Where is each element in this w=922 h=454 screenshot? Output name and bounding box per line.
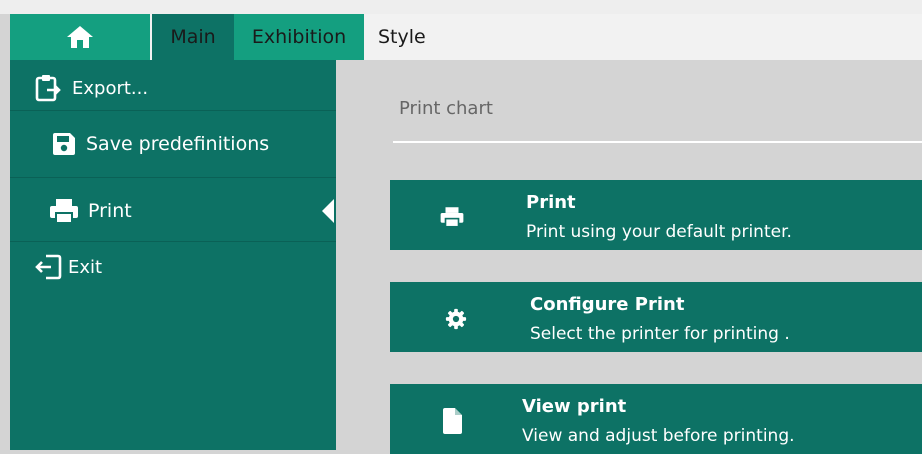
sidebar-item-label: Exit <box>68 256 103 278</box>
section-title: Print chart <box>399 98 493 119</box>
divider <box>10 110 336 111</box>
sidebar-item-print[interactable]: Print <box>10 193 336 229</box>
printer-icon <box>48 197 80 225</box>
sidebar-item-label: Save predefinitions <box>86 133 270 155</box>
print-card[interactable]: Print Print using your default printer. <box>390 180 922 250</box>
card-title: View print <box>522 396 627 417</box>
printer-icon <box>438 203 466 231</box>
tab-style[interactable]: Style <box>370 14 458 60</box>
tab-exhibition[interactable]: Exhibition <box>234 14 364 60</box>
section-divider <box>393 141 922 143</box>
clipboard-export-icon <box>34 73 64 103</box>
configure-print-card[interactable]: Configure Print Select the printer for p… <box>390 282 922 352</box>
card-description: Print using your default printer. <box>526 222 792 242</box>
card-description: View and adjust before printing. <box>522 426 795 446</box>
divider <box>10 177 336 178</box>
save-icon <box>50 130 78 158</box>
gear-icon <box>442 305 470 333</box>
sidebar-item-save-predefinitions[interactable]: Save predefinitions <box>10 125 336 163</box>
sidebar-item-exit[interactable]: Exit <box>10 250 336 284</box>
sidebar-item-label: Print <box>88 200 132 222</box>
home-icon <box>67 26 93 48</box>
card-description: Select the printer for printing . <box>530 324 790 344</box>
home-tab[interactable] <box>10 14 150 60</box>
divider <box>10 241 336 242</box>
ribbon-tab-bar: Main Exhibition Style <box>10 14 922 60</box>
document-icon <box>438 407 466 435</box>
backstage-sidebar: Export... Save predefinitions Print Exit <box>10 60 336 450</box>
sidebar-item-label: Export... <box>72 77 149 99</box>
tab-main[interactable]: Main <box>152 14 234 60</box>
view-print-card[interactable]: View print View and adjust before printi… <box>390 384 922 454</box>
sidebar-item-export[interactable]: Export... <box>10 70 336 106</box>
window-top-strip <box>0 0 922 14</box>
card-title: Configure Print <box>530 294 685 315</box>
exit-icon <box>34 252 64 282</box>
selected-indicator-caret <box>322 199 334 223</box>
card-title: Print <box>526 192 576 213</box>
